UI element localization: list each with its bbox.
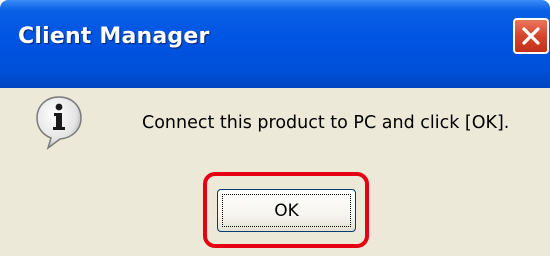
ok-button-label: OK — [274, 200, 299, 221]
window-title: Client Manager — [18, 24, 210, 49]
info-icon — [36, 96, 82, 150]
close-button[interactable] — [513, 18, 549, 54]
ok-button[interactable]: OK — [217, 189, 356, 232]
title-bar[interactable]: Client Manager — [0, 0, 550, 88]
dialog-window: Client Manager Connect this product to P… — [0, 0, 550, 256]
dialog-message: Connect this product to PC and click [OK… — [142, 113, 510, 133]
close-icon — [522, 27, 540, 45]
